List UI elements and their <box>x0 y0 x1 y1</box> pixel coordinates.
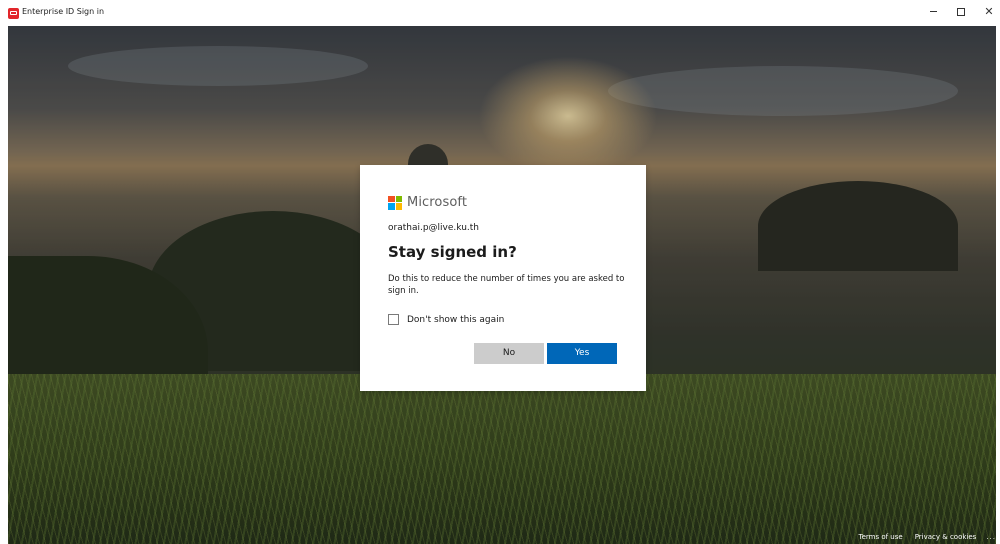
maximize-icon <box>957 8 965 16</box>
microsoft-logo: Microsoft <box>388 195 467 210</box>
title-bar: Enterprise ID Sign in ✕ <box>0 0 1000 26</box>
minimize-button[interactable] <box>924 5 942 19</box>
terms-of-use-link[interactable]: Terms of use <box>858 533 902 541</box>
privacy-cookies-link[interactable]: Privacy & cookies <box>915 533 977 541</box>
dont-show-again-option[interactable]: Don't show this again <box>388 314 504 325</box>
yes-button[interactable]: Yes <box>547 343 617 364</box>
dialog-description: Do this to reduce the number of times yo… <box>388 274 625 296</box>
more-options-button[interactable]: ... <box>986 533 996 541</box>
account-email: orathai.p@live.ku.th <box>388 223 480 233</box>
close-icon: ✕ <box>984 5 994 18</box>
footer-links: Terms of use Privacy & cookies ... <box>846 530 996 544</box>
close-button[interactable]: ✕ <box>980 5 998 19</box>
window-title: Enterprise ID Sign in <box>22 7 105 16</box>
dont-show-again-checkbox[interactable] <box>388 314 399 325</box>
stay-signed-in-dialog: Microsoft orathai.p@live.ku.th Stay sign… <box>360 165 646 391</box>
dialog-heading: Stay signed in? <box>388 243 517 261</box>
brand-name: Microsoft <box>407 195 468 210</box>
maximize-button[interactable] <box>952 5 970 19</box>
dont-show-again-label: Don't show this again <box>407 314 505 325</box>
microsoft-logo-icon <box>388 195 402 210</box>
app-icon <box>8 8 19 19</box>
no-button[interactable]: No <box>474 343 544 364</box>
minimize-icon <box>929 11 937 12</box>
sign-in-window: Enterprise ID Sign in ✕ Microsoft oratha… <box>0 0 1000 544</box>
